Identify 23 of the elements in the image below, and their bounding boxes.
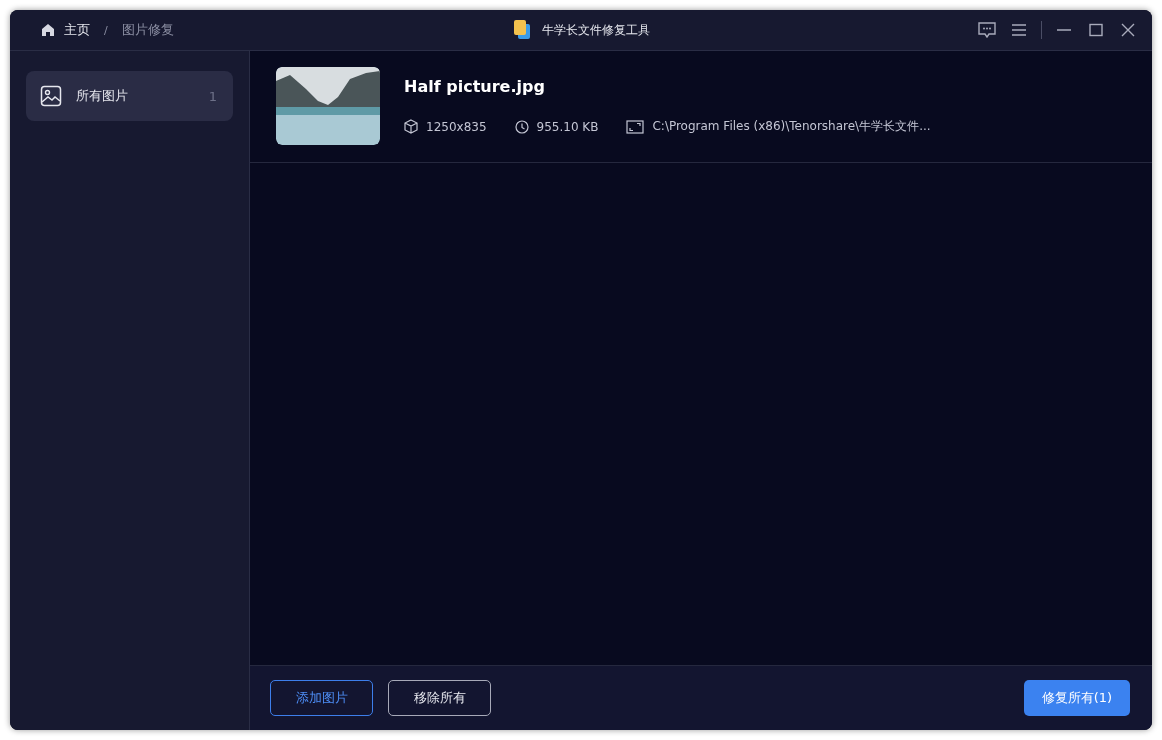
- sidebar-item[interactable]: 所有图片 1: [26, 71, 233, 121]
- frame-icon: [626, 119, 645, 134]
- window-title: 牛学长文件修复工具: [542, 21, 650, 39]
- add-images-button[interactable]: 添加图片: [270, 680, 373, 716]
- image-icon: [40, 85, 62, 107]
- file-size: 955.10 KB: [536, 119, 599, 134]
- remove-all-button[interactable]: 移除所有: [388, 680, 491, 716]
- clock-icon: [514, 119, 529, 134]
- image-dimensions: 1250x835: [426, 119, 487, 134]
- app-logo-icon: [512, 19, 532, 41]
- repair-all-button[interactable]: 修复所有(1): [1024, 680, 1130, 716]
- breadcrumb-separator: /: [104, 23, 108, 37]
- sidebar-label: 所有图片: [76, 87, 128, 105]
- item-count: 1: [208, 88, 217, 104]
- breadcrumb-current: 图片修复: [121, 21, 174, 39]
- feedback-icon[interactable]: [977, 21, 997, 39]
- maximize-icon[interactable]: [1086, 22, 1106, 38]
- home-icon[interactable]: [40, 22, 56, 38]
- file-path: C:\Program Files (x86)\Tenorshare\牛学长文件...: [652, 118, 931, 135]
- menu-icon[interactable]: [1009, 22, 1029, 38]
- home-link[interactable]: 主页: [64, 21, 90, 39]
- cube-icon: [404, 119, 418, 134]
- file-name: Half picture.jpg: [404, 77, 546, 96]
